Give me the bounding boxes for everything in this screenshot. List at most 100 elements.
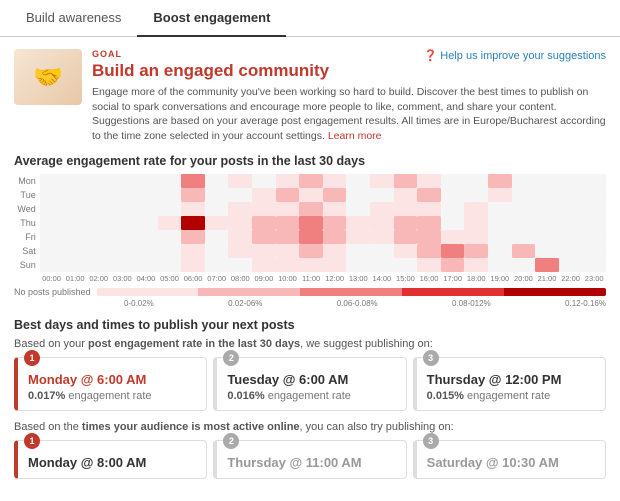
- goal-image: 🤝: [14, 49, 82, 105]
- heat-cell: [40, 216, 64, 230]
- heat-cell: [535, 216, 559, 230]
- heat-cell: [370, 244, 394, 258]
- heat-cell: [582, 258, 606, 272]
- heat-cell: [158, 216, 182, 230]
- rank-badge: 3: [423, 433, 439, 449]
- heat-cell: [512, 258, 536, 272]
- heat-cell: [111, 188, 135, 202]
- heat-cell: [63, 244, 87, 258]
- online-card: 2Thursday @ 11:00 AM: [213, 440, 406, 479]
- hour-label: 15:00: [394, 272, 418, 283]
- hour-label: 09:00: [252, 272, 276, 283]
- legend-range-5: 0.12-0.16%: [565, 299, 606, 308]
- hour-label: 16:00: [417, 272, 441, 283]
- heat-cell: [417, 230, 441, 244]
- day-label: Sat: [14, 244, 40, 258]
- heat-cell: [464, 244, 488, 258]
- heat-cell: [370, 258, 394, 272]
- learn-more-link[interactable]: Learn more: [328, 130, 382, 142]
- heat-cell: [323, 216, 347, 230]
- heat-cell: [394, 230, 418, 244]
- heat-cell: [205, 244, 229, 258]
- tab-build-awareness[interactable]: Build awareness: [10, 0, 137, 36]
- help-link[interactable]: ❓ Help us improve your suggestions: [414, 49, 606, 62]
- hour-label: 23:00: [582, 272, 606, 283]
- heat-cell: [181, 258, 205, 272]
- heat-cell: [559, 202, 583, 216]
- heat-cell: [228, 216, 252, 230]
- heat-cell: [276, 244, 300, 258]
- heat-cell: [158, 188, 182, 202]
- heat-cell: [87, 244, 111, 258]
- heat-cell: [205, 258, 229, 272]
- legend-range-1: 0-0.02%: [124, 299, 154, 308]
- heat-cell: [228, 188, 252, 202]
- goal-title: Build an engaged community: [92, 61, 329, 81]
- heat-cell: [370, 216, 394, 230]
- day-label: Wed: [14, 202, 40, 216]
- heat-cell: [111, 216, 135, 230]
- heat-cell: [512, 216, 536, 230]
- heat-cell: [63, 230, 87, 244]
- heat-cell: [276, 174, 300, 188]
- heat-cell: [394, 244, 418, 258]
- rank-badge: 1: [24, 433, 40, 449]
- heat-cell: [252, 244, 276, 258]
- heat-cell: [276, 202, 300, 216]
- heat-cell: [40, 244, 64, 258]
- day-label: Sun: [14, 258, 40, 272]
- heat-cell: [535, 230, 559, 244]
- heat-cell: [111, 244, 135, 258]
- best-days-title: Best days and times to publish your next…: [14, 318, 606, 332]
- suggestion-rate: 0.017% engagement rate: [28, 390, 198, 402]
- hour-label: 05:00: [158, 272, 182, 283]
- heat-cell: [394, 258, 418, 272]
- heat-cell: [252, 202, 276, 216]
- heat-cell: [63, 202, 87, 216]
- heat-cell: [488, 244, 512, 258]
- hour-label: 18:00: [464, 272, 488, 283]
- hour-label: 20:00: [512, 272, 536, 283]
- suggestion-rate: 0.016% engagement rate: [227, 390, 397, 402]
- heat-cell: [134, 244, 158, 258]
- heat-cell: [158, 202, 182, 216]
- heat-cell: [488, 188, 512, 202]
- heat-cell: [535, 258, 559, 272]
- hour-label: 19:00: [488, 272, 512, 283]
- tab-boost-engagement[interactable]: Boost engagement: [137, 0, 286, 37]
- rank-badge: 2: [223, 350, 239, 366]
- heat-cell: [512, 244, 536, 258]
- online-grid: 1Monday @ 8:00 AM2Thursday @ 11:00 AM3Sa…: [14, 440, 606, 479]
- heat-cell: [181, 244, 205, 258]
- goal-label: GOAL: [92, 49, 329, 59]
- heat-cell: [63, 174, 87, 188]
- heat-cell: [276, 188, 300, 202]
- heat-cell: [488, 202, 512, 216]
- heat-cell: [582, 188, 606, 202]
- heat-cell: [205, 230, 229, 244]
- heat-cell: [394, 188, 418, 202]
- heat-cell: [512, 188, 536, 202]
- heat-cell: [394, 216, 418, 230]
- heat-cell: [488, 230, 512, 244]
- heat-cell: [40, 202, 64, 216]
- hour-label: 21:00: [535, 272, 559, 283]
- suggestion-card: 3Thursday @ 12:00 PM0.015% engagement ra…: [413, 357, 606, 411]
- heat-cell: [134, 258, 158, 272]
- heat-cell: [512, 174, 536, 188]
- online-card: 3Saturday @ 10:30 AM: [413, 440, 606, 479]
- heat-cell: [417, 258, 441, 272]
- heat-cell: [488, 174, 512, 188]
- heat-cell: [346, 202, 370, 216]
- heat-cell: [87, 174, 111, 188]
- heat-cell: [370, 174, 394, 188]
- hour-label: 08:00: [228, 272, 252, 283]
- heat-cell: [441, 216, 465, 230]
- suggestion-rate: 0.015% engagement rate: [427, 390, 597, 402]
- heat-cell: [464, 202, 488, 216]
- heat-cell: [87, 230, 111, 244]
- heatmap-table: MonTueWedThuFriSatSun00:0001:0002:0003:0…: [14, 174, 606, 283]
- heat-cell: [299, 230, 323, 244]
- heat-cell: [134, 202, 158, 216]
- heat-cell: [582, 244, 606, 258]
